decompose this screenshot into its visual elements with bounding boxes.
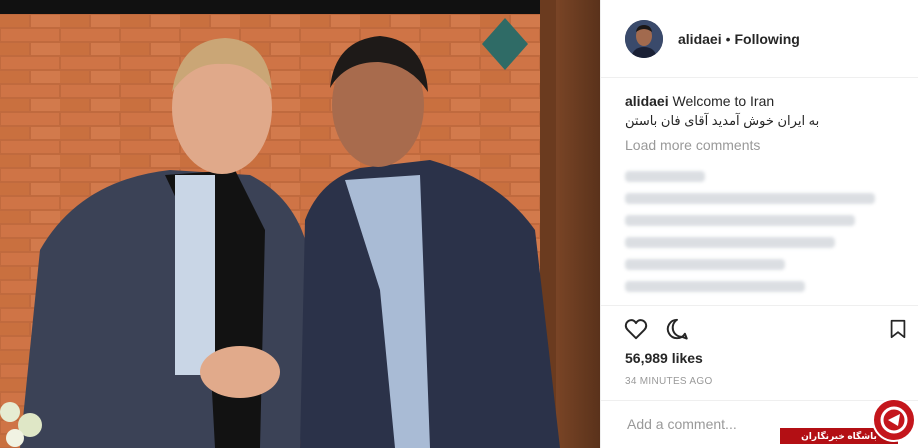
caption-username[interactable]: alidaei <box>625 93 669 109</box>
heart-icon[interactable] <box>623 316 649 342</box>
photo-illustration <box>0 0 600 448</box>
caption: alidaei Welcome to Iran به ایران خوش آمد… <box>625 92 895 130</box>
watermark-logo-shape <box>880 406 908 434</box>
comment-icon[interactable] <box>664 316 690 342</box>
post-sidebar: alidaei • Following alidaei Welcome to Ira… <box>600 0 918 448</box>
blurred-comment <box>625 237 835 248</box>
caption-text-en: Welcome to Iran <box>672 93 775 109</box>
header-text: alidaei • Following <box>678 31 800 47</box>
blurred-comment <box>625 193 875 204</box>
post-photo[interactable] <box>0 0 600 448</box>
watermark: باشگاه خبرنگاران <box>778 398 918 448</box>
blurred-comment <box>625 259 785 270</box>
avatar[interactable] <box>625 20 663 58</box>
action-bar <box>601 305 918 346</box>
watermark-logo-icon <box>872 398 916 442</box>
post-timestamp[interactable]: 34 MINUTES AGO <box>625 376 713 387</box>
blurred-comment <box>625 215 855 226</box>
bookmark-icon[interactable] <box>887 316 909 342</box>
avatar-image <box>625 20 663 58</box>
likes-count[interactable]: 56,989 likes <box>625 350 703 366</box>
blurred-comment <box>625 171 705 182</box>
header-separator: • <box>725 31 731 47</box>
post-header: alidaei • Following <box>601 0 918 78</box>
following-button[interactable]: Following <box>735 31 800 47</box>
header-username[interactable]: alidaei <box>678 31 722 47</box>
comment-list <box>625 160 895 292</box>
load-more-comments-link[interactable]: Load more comments <box>625 137 760 153</box>
caption-text-fa: به ایران خوش آمدید آقای فان باستن <box>625 113 820 128</box>
blurred-comment <box>625 281 805 292</box>
